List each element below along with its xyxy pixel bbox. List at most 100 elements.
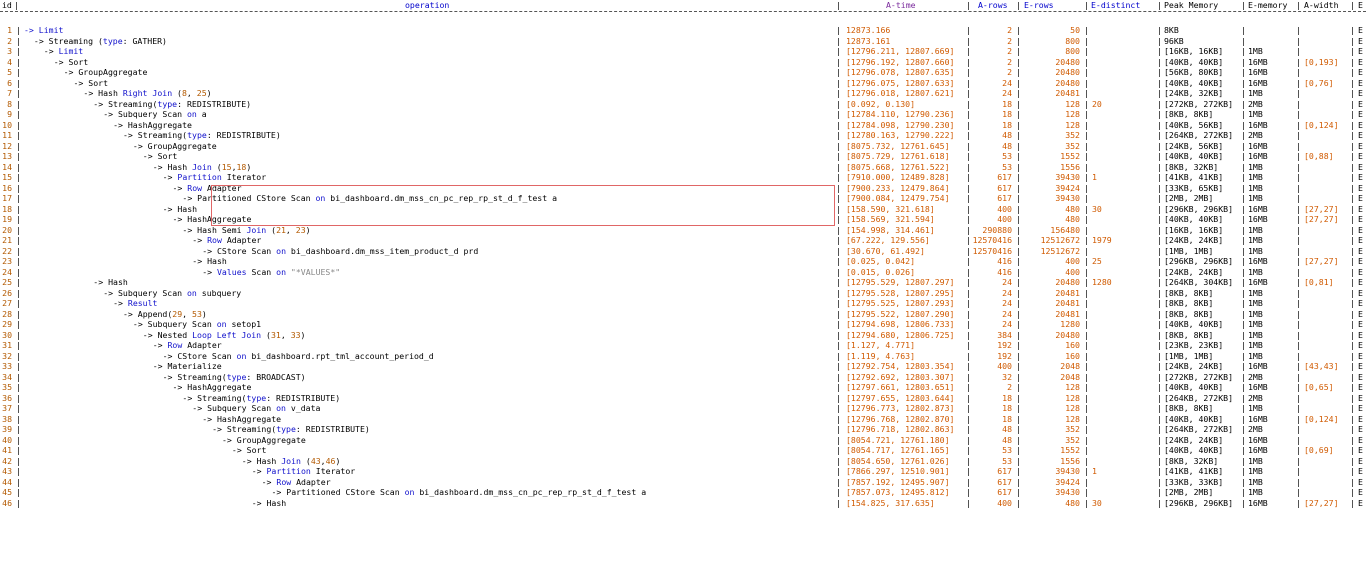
e-rows-value: 400	[1065, 266, 1080, 277]
col-divider: |	[836, 193, 841, 203]
plan-row[interactable]: 27 | -> Result | [12795.525, 12807.293] | 24 | 2…	[0, 298, 1366, 309]
plan-row[interactable]: 13 | -> Sort | [8075.729, 12761.618] | 53 | 1552…	[0, 151, 1366, 162]
plan-row[interactable]: 31 | -> Row Adapter | [1.127, 4.771] | 192 | 160…	[0, 340, 1366, 351]
plan-row[interactable]: 22 | -> CStore Scan on bi_dashboard.dm_mss…	[0, 246, 1366, 257]
plan-row[interactable]: 45 | -> Partitioned CStore Scan on bi_dash…	[0, 487, 1366, 498]
col-divider: |	[16, 130, 21, 140]
plan-row[interactable]: 35 | -> HashAggregate | [12797.661, 12803.65…	[0, 382, 1366, 393]
col-divider: |	[1157, 287, 1162, 298]
col-divider: |	[16, 455, 21, 466]
plan-row[interactable]: 12 | -> GroupAggregate | [8075.732, 12761.64…	[0, 141, 1366, 152]
plan-row[interactable]: 1 | -> Limit | 12873.166 | 2 | 50 | | 8KB | | | E	[0, 25, 1366, 36]
row-id: 21	[2, 235, 12, 245]
plan-row[interactable]: 34 | -> Streaming(type: BROADCAST) | [12792.…	[0, 372, 1366, 383]
plan-row[interactable]: 23 | -> Hash | [0.025, 0.042] | 416 | 400 | 25 | [29…	[0, 256, 1366, 267]
col-divider: |	[16, 56, 21, 67]
operation-text: -> GroupAggregate	[64, 67, 148, 78]
plan-row[interactable]: 26 | -> Subquery Scan on subquery | [12795.5…	[0, 288, 1366, 299]
a-width-value: [27,27]	[1304, 497, 1339, 508]
col-divider: |	[1350, 193, 1355, 203]
col-divider: |	[1084, 424, 1089, 434]
plan-row[interactable]: 19 | -> HashAggregate | [158.569, 321.594] | 4…	[0, 214, 1366, 225]
plan-row[interactable]: 17 | -> Partitioned CStore Scan on bi_dash…	[0, 193, 1366, 204]
plan-row[interactable]: 25 | -> Hash | [12795.529, 12807.297] | 24 | 204…	[0, 277, 1366, 288]
plan-row[interactable]: 7 | -> Hash Right Join (8, 25) | [12796.018,…	[0, 88, 1366, 99]
operation-segment: on	[276, 266, 286, 277]
peak-memory-value: [8KB, 8KB]	[1164, 403, 1214, 413]
plan-row[interactable]: 28 | -> Append(29, 53) | [12795.522, 12807.2…	[0, 309, 1366, 320]
operation-segment: -> Streaming(	[93, 98, 158, 109]
col-divider: |	[1241, 172, 1246, 182]
header-separator	[0, 11, 1366, 12]
col-divider: |	[836, 172, 841, 182]
plan-row[interactable]: 37 | -> Subquery Scan on v_data | [12796.773…	[0, 403, 1366, 414]
row-id: 28	[2, 308, 12, 319]
col-divider: |	[1350, 329, 1355, 340]
col-divider: |	[1350, 277, 1355, 287]
plan-row[interactable]: 39 | -> Streaming(type: REDISTRIBUTE) | [127…	[0, 424, 1366, 435]
col-divider: |	[16, 140, 21, 151]
col-divider: |	[1157, 161, 1162, 172]
plan-row[interactable]: 42 | -> Hash Join (43,46) | [8054.650, 12761…	[0, 456, 1366, 467]
operation-segment: -> Materialize	[152, 361, 222, 371]
col-divider: |	[1241, 413, 1246, 424]
plan-row[interactable]: 46 | -> Hash | [154.825, 317.635] | 400 | 480 | 30…	[0, 498, 1366, 509]
operation-text: -> Hash Semi Join (21, 23)	[182, 225, 310, 236]
col-divider: |	[1296, 413, 1301, 424]
plan-row[interactable]: 29 | -> Subquery Scan on setop1 | [12794.698…	[0, 319, 1366, 330]
col-divider: |	[1084, 56, 1089, 67]
plan-row[interactable]: 21 | -> Row Adapter | [67.222, 129.556] | 1257…	[0, 235, 1366, 246]
plan-row[interactable]: 18 | -> Hash | [158.590, 321.618] | 400 | 480 | 30…	[0, 204, 1366, 215]
col-divider: |	[1084, 445, 1089, 455]
plan-row[interactable]: 5 | -> GroupAggregate | [12796.078, 12807.63…	[0, 67, 1366, 78]
plan-row[interactable]: 6 | -> Sort | [12796.075, 12807.633] | 24 | 2048…	[0, 78, 1366, 89]
plan-row[interactable]: 10 | -> HashAggregate | [12784.098, 12790.23…	[0, 120, 1366, 131]
col-divider: |	[1296, 98, 1301, 109]
plan-row[interactable]: 14 | -> Hash Join (15,18) | [8075.668, 12761…	[0, 162, 1366, 173]
plan-row[interactable]: 15 | -> Partition Iterator | [7910.000, 1248…	[0, 172, 1366, 183]
e-rows-value: 128	[1065, 382, 1080, 392]
operation-text: -> HashAggregate	[173, 382, 252, 393]
operation-segment: -> Nested	[142, 329, 193, 340]
plan-row[interactable]: 43 | -> Partition Iterator | [7866.297, 1251…	[0, 466, 1366, 477]
peak-memory-value: [41KB, 41KB]	[1164, 172, 1224, 182]
operation-text: -> Row Adapter	[173, 183, 242, 194]
a-time-value: [7866.297, 12510.901]	[846, 466, 950, 476]
plan-row[interactable]: 11 | -> Streaming(type: REDISTRIBUTE) | [127…	[0, 130, 1366, 141]
plan-row[interactable]: 44 | -> Row Adapter | [7857.192, 12495.907] |…	[0, 477, 1366, 488]
a-width-value: [0,81]	[1304, 277, 1334, 287]
plan-row[interactable]: 40 | -> GroupAggregate | [8054.721, 12761.18…	[0, 435, 1366, 446]
a-rows-value: 24	[1002, 287, 1012, 298]
col-divider: |	[1241, 35, 1246, 46]
plan-row[interactable]: 20 | -> Hash Semi Join (21, 23) | [154.998, …	[0, 225, 1366, 236]
plan-row[interactable]: 38 | -> HashAggregate | [12796.768, 12802.87…	[0, 414, 1366, 425]
plan-row[interactable]: 8 | -> Streaming(type: REDISTRIBUTE) | [0.09…	[0, 99, 1366, 110]
col-divider: |	[1241, 277, 1246, 287]
plan-row[interactable]: 4 | -> Sort | [12796.192, 12807.660] | 2 | 20480…	[0, 57, 1366, 68]
plan-row[interactable]: 24 | -> Values Scan on "*VALUES*" | [0.015, …	[0, 267, 1366, 278]
col-divider: |	[1084, 0, 1089, 10]
plan-row[interactable]: 2 | -> Streaming (type: GATHER) | 12873.161 |…	[0, 36, 1366, 47]
plan-row[interactable]: 33 | -> Materialize | [12792.754, 12803.354]…	[0, 361, 1366, 372]
e-overflow-value: E	[1358, 46, 1363, 56]
col-divider: |	[1084, 298, 1089, 308]
plan-row[interactable]: 16 | -> Row Adapter | [7900.233, 12479.864] |…	[0, 183, 1366, 194]
plan-row[interactable]: 3 | -> Limit | [12796.211, 12807.669] | 2 | 800 |…	[0, 46, 1366, 57]
col-divider: |	[836, 151, 841, 161]
plan-row[interactable]: 41 | -> Sort | [8054.717, 12761.165] | 53 | 1552…	[0, 445, 1366, 456]
plan-row[interactable]: 30 | -> Nested Loop Left Join (31, 33) | [12…	[0, 330, 1366, 341]
col-divider: |	[1241, 67, 1246, 77]
col-edistinct-header: E-distinct	[1091, 0, 1141, 10]
operation-segment: Values	[216, 266, 247, 277]
e-memory-value: 1MB	[1248, 455, 1263, 466]
e-memory-value: 16MB	[1248, 434, 1268, 445]
row-id: 43	[2, 466, 12, 476]
peak-memory-value: [56KB, 80KB]	[1164, 67, 1224, 77]
row-id: 1	[7, 25, 12, 35]
operation-text: -> Hash Right Join (8, 25)	[83, 88, 211, 99]
plan-row[interactable]: 36 | -> Streaming(type: REDISTRIBUTE) | [127…	[0, 393, 1366, 404]
plan-row[interactable]: 32 | -> CStore Scan on bi_dashboard.rpt_tm…	[0, 351, 1366, 362]
plan-row[interactable]: 9 | -> Subquery Scan on a | [12784.110, 1279…	[0, 109, 1366, 120]
col-divider: |	[1241, 319, 1246, 329]
operation-segment: on	[216, 319, 227, 329]
